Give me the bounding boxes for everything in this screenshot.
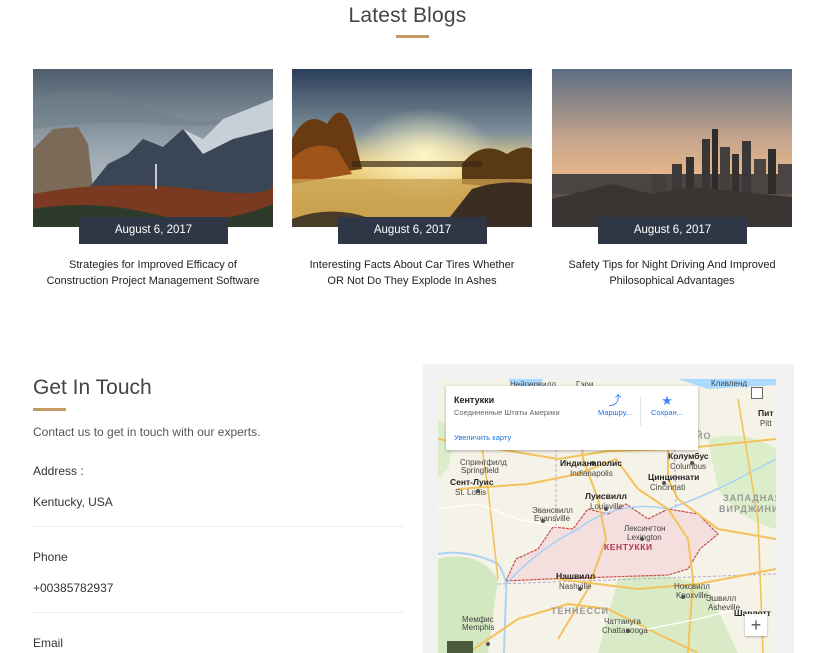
map-label: Knoxville bbox=[676, 591, 709, 600]
fullscreen-toggle[interactable] bbox=[751, 387, 763, 399]
address-label: Address : bbox=[33, 464, 84, 478]
phone-value[interactable]: +00385782937 bbox=[33, 581, 113, 595]
map-type-thumbnail[interactable] bbox=[447, 641, 473, 653]
blog-date-badge: August 6, 2017 bbox=[598, 217, 747, 244]
map-label-kentucky: КЕНТУККИ bbox=[604, 542, 653, 552]
title-underline bbox=[396, 35, 429, 38]
contact-intro: Contact us to get in touch with our expe… bbox=[33, 425, 261, 439]
map-label: Cincinnati bbox=[650, 483, 686, 492]
save-place-button[interactable]: ★ Сохран... bbox=[644, 393, 690, 417]
map-label: Nashville bbox=[559, 582, 592, 591]
map-label: Колумбус bbox=[668, 451, 709, 461]
map-label: Лексингтон bbox=[624, 524, 666, 533]
map-label: ТЕННЕССИ bbox=[551, 606, 609, 616]
map-label: Louisville bbox=[590, 502, 623, 511]
map-label: Кливленд bbox=[711, 379, 748, 388]
blog-card[interactable]: August 6, 2017 Interesting Facts About C… bbox=[292, 69, 532, 287]
map-label: Цинциннати bbox=[648, 472, 700, 482]
place-name: Кентукки bbox=[454, 395, 495, 405]
divider bbox=[640, 396, 641, 426]
blog-title-link[interactable]: Strategies for Improved Efficacy of Cons… bbox=[45, 257, 261, 289]
directions-icon: ⤴ bbox=[608, 393, 622, 408]
map-label: ЗАПАДНАЯ bbox=[723, 493, 776, 503]
map-label: ВИРДЖИНИ bbox=[719, 504, 776, 514]
blog-date-badge: August 6, 2017 bbox=[338, 217, 487, 244]
blog-title-link[interactable]: Interesting Facts About Car Tires Whethe… bbox=[304, 257, 520, 289]
map-label: Memphis bbox=[462, 623, 495, 632]
blog-card[interactable]: August 6, 2017 Safety Tips for Night Dri… bbox=[552, 69, 792, 287]
blog-thumbnail-lake-sunset[interactable] bbox=[292, 69, 532, 227]
divider bbox=[33, 526, 403, 527]
divider bbox=[33, 612, 403, 613]
email-label: Email bbox=[33, 636, 64, 650]
map-label: Сент-Луис bbox=[450, 477, 494, 487]
map-label: Chattanooga bbox=[602, 626, 648, 635]
map-label: Индианаполис bbox=[560, 458, 622, 468]
map-label: Эшвилл bbox=[706, 594, 737, 603]
section-title-latest-blogs: Latest Blogs bbox=[348, 4, 467, 27]
blog-card[interactable]: August 6, 2017 Strategies for Improved E… bbox=[33, 69, 273, 287]
blog-date-badge: August 6, 2017 bbox=[79, 217, 228, 244]
map-label: St. Louis bbox=[455, 488, 487, 497]
map-label: Evansville bbox=[534, 514, 571, 523]
enlarge-map-link[interactable]: Увеличить карту bbox=[454, 433, 511, 442]
map-label: Lexington bbox=[627, 533, 662, 542]
map-label: Columbus bbox=[670, 462, 707, 471]
phone-label: Phone bbox=[33, 550, 68, 564]
map-label: ЙО bbox=[696, 431, 712, 441]
map-label: Ноксвилл bbox=[674, 582, 710, 591]
map-label: Springfield bbox=[461, 466, 499, 475]
map-place-card: Кентукки Соединенные Штаты Америки ⤴ Мар… bbox=[446, 386, 698, 450]
map-label: Луисвилл bbox=[585, 491, 627, 501]
map-label: Pitt bbox=[760, 419, 772, 428]
map-label: Нашвилл bbox=[556, 571, 596, 581]
map-label: Чаттануга bbox=[604, 617, 641, 626]
blog-thumbnail-city-skyline[interactable] bbox=[552, 69, 792, 227]
section-title-get-in-touch: Get In Touch bbox=[33, 376, 152, 399]
map-label: Пит bbox=[758, 408, 774, 418]
star-icon: ★ bbox=[661, 393, 673, 408]
zoom-in-button[interactable]: + bbox=[745, 614, 767, 636]
directions-button[interactable]: ⤴ Маршру... bbox=[592, 393, 638, 417]
place-subtitle: Соединенные Штаты Америки bbox=[454, 408, 560, 417]
blog-thumbnail-mountains[interactable] bbox=[33, 69, 273, 227]
blog-title-link[interactable]: Safety Tips for Night Driving And Improv… bbox=[564, 257, 780, 289]
address-value: Kentucky, USA bbox=[33, 495, 113, 509]
title-underline bbox=[33, 408, 66, 411]
map-label: Indianapolis bbox=[570, 469, 613, 478]
